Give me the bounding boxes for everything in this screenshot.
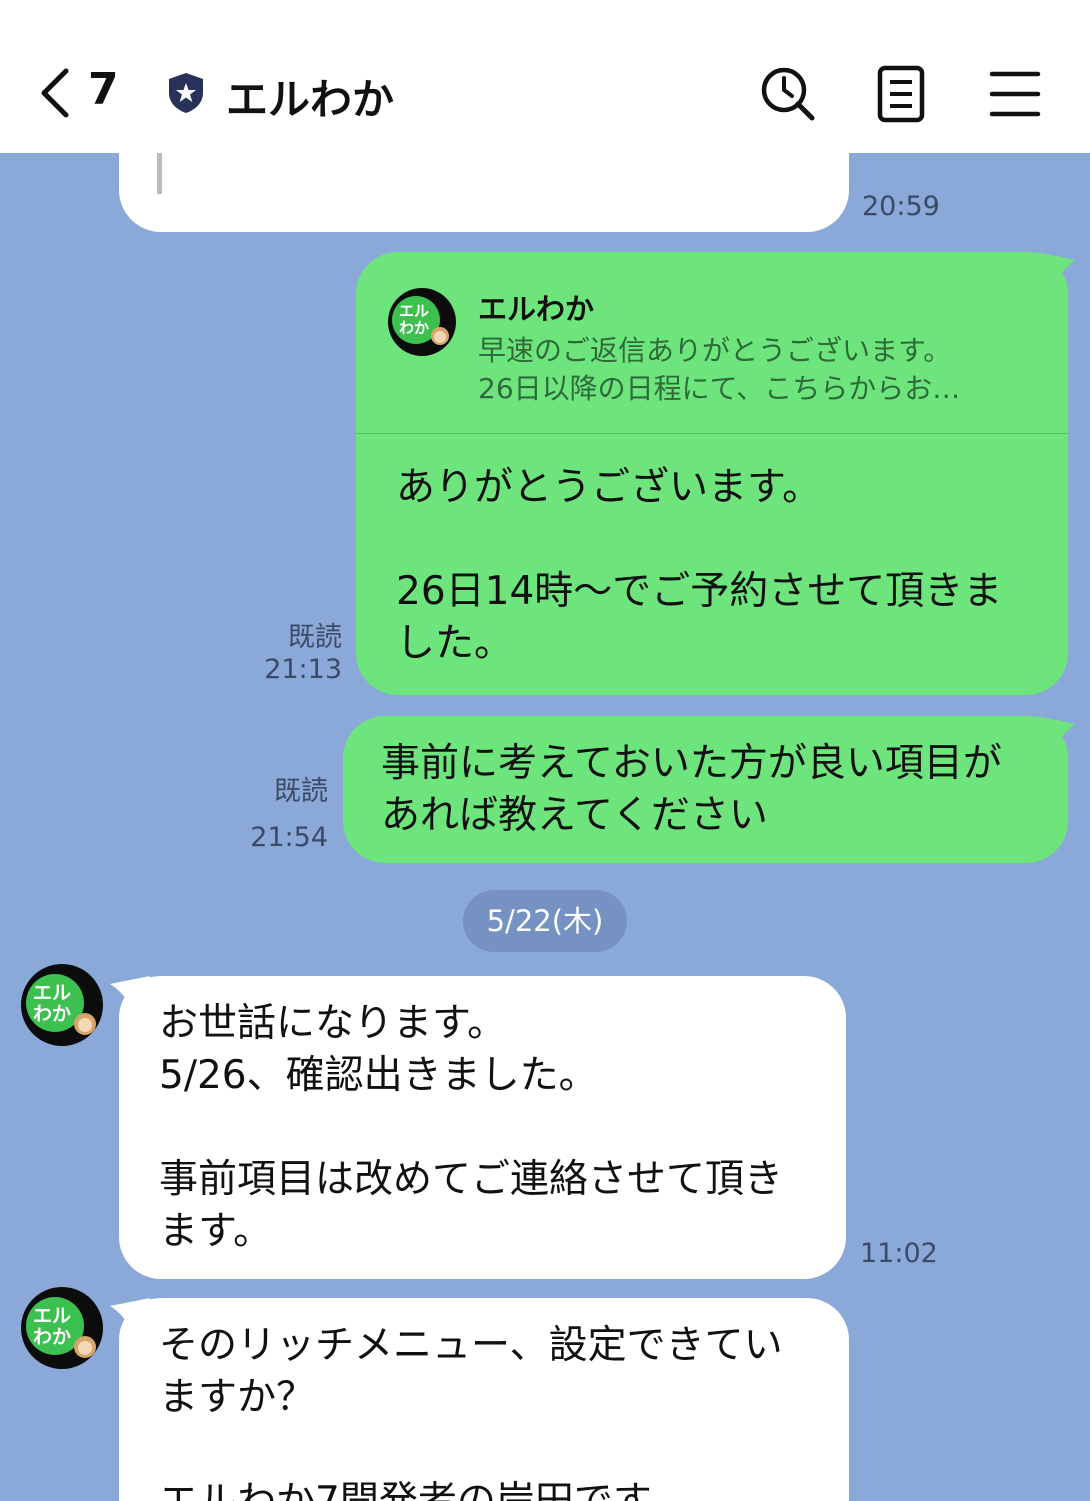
message-text: お世話になります。 5/26、確認出きました。 事前項目は改めてご連絡させて頂き… [159,1001,784,1254]
svg-text:わか: わか [399,319,429,337]
message-time: 21:13 [264,654,342,685]
notes-icon[interactable] [872,64,932,124]
bubble-tail [1036,716,1076,750]
svg-text:エル: エル [33,1305,71,1327]
svg-text:わか: わか [33,1326,71,1348]
quoted-text: 早速のご返信ありがとうございます。 26日以降の日程にて、こちらからお… [478,334,961,405]
bubble-tail [1036,252,1076,286]
message-time: 11:02 [860,1238,938,1269]
incoming-message-bubble[interactable]: そのリッチメニュー、設定できてい ますか？ エルわか7開発者の岸田です [119,1298,849,1501]
message-text: ありがとうございます。 26日14時〜でご予約させて頂きま した。 [396,465,1003,666]
quoted-sender-name: エルわか [478,292,595,326]
date-separator: 5/22(木) [463,890,627,952]
read-receipt: 既読 [288,622,342,653]
hamburger-menu-icon[interactable] [986,64,1046,124]
quoted-message[interactable]: エル わか エルわか 早速のご返信ありがとうございます。 26日以降の日程にて、… [356,252,1068,434]
svg-text:エル: エル [399,302,429,320]
message-time: 20:59 [862,191,940,222]
chevron-left-icon [41,68,69,118]
outgoing-reply-bubble[interactable]: エル わか エルわか 早速のご返信ありがとうございます。 26日以降の日程にて、… [356,252,1068,695]
unread-count: 7 [88,64,119,115]
message-text: 事前に考えておいた方が良い項目が あれば教えてください [381,741,1002,838]
avatar: エル わか [388,288,456,356]
back-button[interactable]: 7 [36,62,126,124]
verified-shield-icon [169,73,203,113]
svg-text:エル: エル [33,982,71,1004]
text-cursor-line [157,150,162,194]
search-history-icon[interactable] [758,64,818,124]
incoming-message-bubble[interactable]: お世話になります。 5/26、確認出きました。 事前項目は改めてご連絡させて頂き… [119,976,846,1279]
avatar[interactable]: エル わか [21,964,103,1046]
chat-screen: 7 エルわか 20:59 エル わか エルわか 早速のご返信ありがとうございます… [0,0,1090,1501]
chat-title: エルわか [226,75,395,124]
outgoing-message-bubble[interactable]: 事前に考えておいた方が良い項目が あれば教えてください [343,716,1068,863]
avatar[interactable]: エル わか [21,1287,103,1369]
read-receipt: 既読 [274,776,328,807]
message-time: 21:54 [250,822,328,853]
message-text: そのリッチメニュー、設定できてい ますか？ エルわか7開発者の岸田です [159,1323,783,1501]
svg-text:わか: わか [33,1003,71,1025]
chat-header: 7 エルわか [0,0,1090,153]
